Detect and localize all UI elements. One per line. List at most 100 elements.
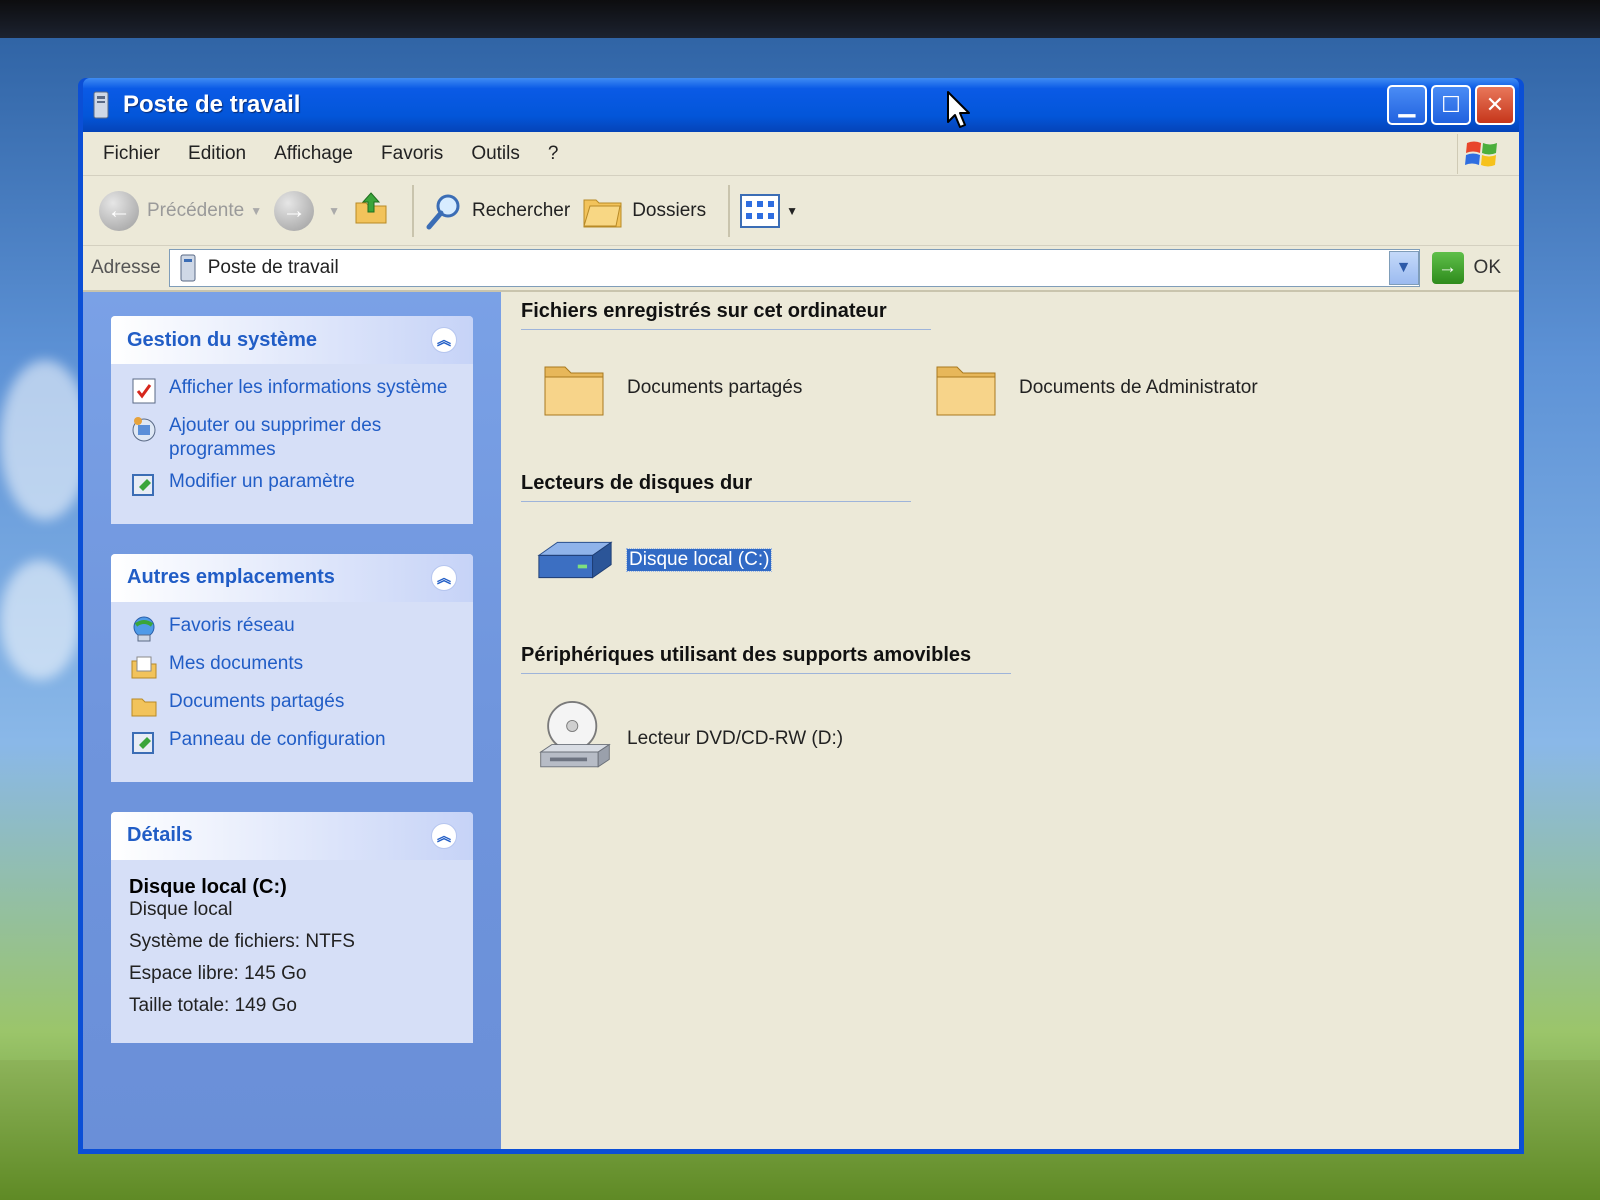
folders-icon bbox=[582, 192, 624, 230]
hard-drive-icon bbox=[537, 525, 613, 595]
dropdown-arrow-icon[interactable]: ▼ bbox=[250, 204, 262, 218]
menu-help[interactable]: ? bbox=[534, 139, 573, 169]
window-client: Fichier Edition Affichage Favoris Outils… bbox=[83, 132, 1519, 1149]
details-free-space: Espace libre: 145 Go bbox=[129, 962, 307, 984]
menu-edition[interactable]: Edition bbox=[174, 139, 260, 169]
forward-button[interactable]: → ▼ bbox=[274, 190, 340, 231]
place-network[interactable]: Favoris réseau bbox=[129, 614, 457, 644]
collapse-chevron-icon[interactable]: ︽ bbox=[431, 822, 457, 849]
go-button[interactable]: → OK bbox=[1431, 252, 1501, 284]
toolbar-separator bbox=[411, 184, 414, 237]
task-label: Mes documents bbox=[169, 652, 304, 674]
forward-arrow-icon: → bbox=[274, 190, 315, 231]
toolbar: ← Précédente ▼ → ▼ Rechercher Dossiers ▼ bbox=[83, 176, 1519, 246]
place-my-documents[interactable]: Mes documents bbox=[129, 652, 457, 682]
go-label: OK bbox=[1473, 257, 1501, 278]
task-add-remove-programs[interactable]: Ajouter ou supprimer des programmes bbox=[129, 414, 457, 462]
folders-label: Dossiers bbox=[632, 199, 707, 221]
dropdown-arrow-icon[interactable]: ▼ bbox=[786, 204, 798, 218]
item-label: Disque local (C:) bbox=[625, 548, 773, 572]
panel-header[interactable]: Autres emplacements ︽ bbox=[111, 553, 473, 602]
desktop-cloud bbox=[0, 360, 90, 520]
panel-details: Détails ︽ Disque local (C:) Disque local… bbox=[111, 811, 473, 1043]
place-shared-documents[interactable]: Documents partagés bbox=[129, 690, 457, 720]
item-shared-documents[interactable]: Documents partagés bbox=[537, 353, 929, 423]
panel-title: Détails bbox=[127, 824, 193, 846]
panel-other-places: Autres emplacements ︽ Favoris réseau Mes… bbox=[111, 553, 473, 782]
window-title: Poste de travail bbox=[123, 91, 301, 118]
collapse-chevron-icon[interactable]: ︽ bbox=[431, 564, 457, 591]
address-dropdown-icon[interactable]: ▼ bbox=[1388, 251, 1419, 285]
group-header: Lecteurs de disques dur bbox=[521, 472, 911, 502]
control-panel-icon bbox=[129, 728, 159, 758]
panel-title: Gestion du système bbox=[127, 328, 318, 351]
back-button[interactable]: ← Précédente ▼ bbox=[99, 190, 262, 231]
back-arrow-icon: ← bbox=[99, 190, 139, 231]
views-button[interactable]: ▼ bbox=[740, 193, 798, 228]
dropdown-arrow-icon[interactable]: ▼ bbox=[328, 204, 340, 218]
minimize-icon: ▁ bbox=[1398, 92, 1416, 118]
panel-system-tasks: Gestion du système ︽ Afficher les inform… bbox=[111, 316, 473, 524]
address-bar: Adresse Poste de travail ▼ → OK bbox=[83, 246, 1519, 292]
mouse-pointer-icon bbox=[947, 91, 970, 128]
menu-affichage[interactable]: Affichage bbox=[260, 139, 367, 169]
close-button[interactable]: ✕ bbox=[1475, 85, 1515, 125]
task-system-info[interactable]: Afficher les informations système bbox=[129, 376, 457, 406]
details-name: Disque local (C:) bbox=[129, 875, 287, 898]
item-local-disk-c[interactable]: Disque local (C:) bbox=[537, 525, 929, 595]
toolbar-separator bbox=[728, 184, 731, 237]
menu-fichier[interactable]: Fichier bbox=[89, 139, 174, 169]
address-value: Poste de travail bbox=[207, 257, 339, 278]
title-bar[interactable]: Poste de travail ▁ ☐ ✕ bbox=[83, 78, 1519, 132]
close-icon: ✕ bbox=[1485, 92, 1505, 118]
my-computer-icon bbox=[91, 90, 113, 120]
system-info-icon bbox=[129, 376, 159, 406]
collapse-chevron-icon[interactable]: ︽ bbox=[431, 327, 457, 353]
views-icon bbox=[740, 193, 781, 228]
folder-icon bbox=[929, 353, 1005, 423]
shared-documents-icon bbox=[129, 690, 159, 720]
group-header: Périphériques utilisant des supports amo… bbox=[521, 644, 1011, 674]
minimize-button[interactable]: ▁ bbox=[1387, 85, 1427, 125]
menu-bar: Fichier Edition Affichage Favoris Outils… bbox=[83, 132, 1519, 176]
desktop-cloud bbox=[0, 560, 80, 680]
details-total-size: Taille totale: 149 Go bbox=[129, 994, 297, 1016]
address-label: Adresse bbox=[91, 257, 161, 278]
add-remove-programs-icon bbox=[129, 414, 159, 444]
task-label: Documents partagés bbox=[169, 690, 345, 712]
item-dvd-drive-d[interactable]: Lecteur DVD/CD-RW (D:) bbox=[537, 696, 929, 782]
panel-title: Autres emplacements bbox=[127, 566, 335, 588]
up-folder-button[interactable] bbox=[352, 189, 390, 233]
up-folder-icon bbox=[352, 189, 390, 233]
explorer-window: Poste de travail ▁ ☐ ✕ Fichier Edition A… bbox=[78, 78, 1524, 1154]
address-input[interactable]: Poste de travail ▼ bbox=[168, 249, 1420, 287]
details-filesystem: Système de fichiers: NTFS bbox=[129, 930, 355, 952]
panel-header[interactable]: Détails ︽ bbox=[111, 811, 473, 860]
item-administrator-documents[interactable]: Documents de Administrator bbox=[929, 353, 1321, 423]
task-change-setting[interactable]: Modifier un paramètre bbox=[129, 470, 457, 500]
place-control-panel[interactable]: Panneau de configuration bbox=[129, 728, 457, 758]
task-label: Modifier un paramètre bbox=[169, 470, 355, 492]
task-label: Afficher les informations système bbox=[169, 377, 448, 398]
item-label: Lecteur DVD/CD-RW (D:) bbox=[627, 728, 844, 749]
network-places-icon bbox=[129, 614, 159, 644]
task-label: Favoris réseau bbox=[169, 614, 295, 636]
control-panel-icon bbox=[129, 470, 159, 500]
search-label: Rechercher bbox=[471, 199, 571, 221]
monitor-bezel bbox=[0, 0, 1600, 38]
file-view: Fichiers enregistrés sur cet ordinateur … bbox=[501, 292, 1519, 1149]
go-arrow-icon: → bbox=[1431, 252, 1464, 284]
panel-header[interactable]: Gestion du système ︽ bbox=[111, 316, 473, 364]
task-label: Panneau de configuration bbox=[169, 728, 386, 750]
menu-outils[interactable]: Outils bbox=[457, 139, 534, 169]
my-documents-icon bbox=[129, 652, 159, 682]
back-label: Précédente bbox=[147, 199, 245, 221]
menu-favoris[interactable]: Favoris bbox=[367, 139, 457, 169]
folders-button[interactable]: Dossiers bbox=[582, 192, 706, 230]
maximize-button[interactable]: ☐ bbox=[1431, 85, 1471, 125]
explorer-body: Gestion du système ︽ Afficher les inform… bbox=[83, 292, 1519, 1149]
group-header: Fichiers enregistrés sur cet ordinateur bbox=[521, 300, 931, 330]
search-button[interactable]: Rechercher bbox=[424, 191, 570, 231]
task-label: Ajouter ou supprimer des programmes bbox=[169, 415, 382, 460]
maximize-icon: ☐ bbox=[1441, 92, 1461, 118]
